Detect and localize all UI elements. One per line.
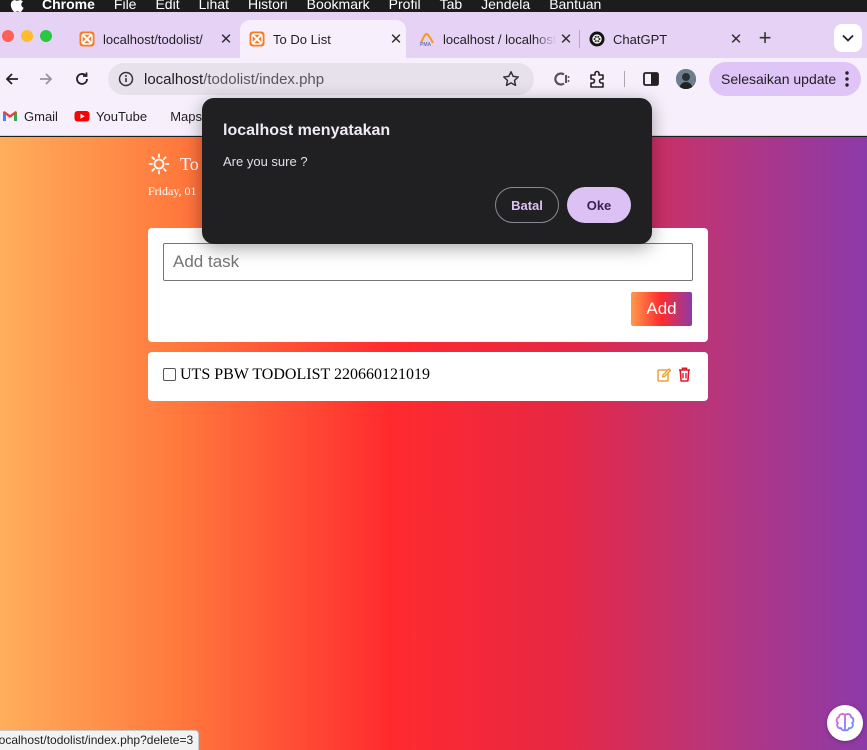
sun-icon [148,153,170,175]
xampp-icon [249,31,265,47]
edit-icon[interactable] [657,368,671,382]
macos-menubar: Chrome File Edit Lihat Histori Bookmark … [0,0,867,12]
side-panel-icon[interactable] [641,69,661,89]
add-task-button[interactable]: Add [631,292,692,326]
xampp-icon [79,31,95,47]
menu-profile[interactable]: Profil [389,0,421,12]
tab-title: localhost / localhost [443,31,556,47]
add-task-input[interactable] [163,243,693,281]
close-tab-icon[interactable]: ✕ [556,30,576,48]
site-info-icon[interactable] [118,71,134,87]
menu-tab[interactable]: Tab [440,0,463,12]
new-tab-button[interactable]: + [754,27,776,50]
cancel-button[interactable]: Batal [495,187,559,223]
menu-view[interactable]: Lihat [199,0,229,12]
close-tab-icon[interactable]: ✕ [726,30,746,48]
bookmark-youtube[interactable]: YouTube [74,108,147,124]
extension-c-icon[interactable] [551,69,571,89]
confirm-dialog: localhost menyatakan Are you sure ? Bata… [202,98,652,244]
tab-strip: localhost/todolist/ ✕ To Do List ✕ PMA l… [0,12,867,58]
extensions-puzzle-icon[interactable] [588,69,608,89]
back-button[interactable] [0,67,24,91]
url-host: localhost [144,70,204,88]
close-window-button[interactable] [2,30,14,42]
address-bar[interactable]: localhost/todolist/index.php [108,63,534,95]
app-date: Friday, 01 [148,184,197,198]
phpmyadmin-icon: PMA [420,32,434,47]
brain-icon [835,713,855,732]
bookmark-label: Maps [170,108,202,124]
url-text: localhost/todolist/index.php [144,71,502,88]
tab-to-do-list[interactable]: To Do List ✕ [240,20,406,58]
tab-phpmyadmin[interactable]: PMA localhost / localhost ✕ [410,20,576,58]
menu-dots-icon [845,71,849,87]
task-item: UTS PBW TODOLIST 220660121019 [148,352,708,401]
gmail-icon [3,111,17,121]
chevron-down-icon [842,34,854,42]
bookmark-gmail[interactable]: Gmail [2,108,58,124]
menu-help[interactable]: Bantuan [549,0,601,12]
tab-title: ChatGPT [613,31,668,47]
trash-icon[interactable] [678,367,691,382]
browser-toolbar: localhost/todolist/index.php Selesaikan … [0,58,867,100]
url-path: /todolist/index.php [203,70,325,88]
menu-bookmark[interactable]: Bookmark [307,0,370,12]
task-text: UTS PBW TODOLIST 220660121019 [180,366,430,383]
status-bar: localhost/todolist/index.php?delete=3 [0,730,200,750]
menu-edit[interactable]: Edit [155,0,179,12]
close-tab-icon[interactable]: ✕ [216,30,236,48]
update-button[interactable]: Selesaikan update [709,62,861,96]
apple-icon[interactable] [10,0,24,12]
add-task-card: Add [148,228,708,342]
forward-button[interactable] [34,67,58,91]
update-label: Selesaikan update [721,71,837,87]
avatar-icon [676,69,696,89]
tab-search-button[interactable] [834,24,862,52]
svg-text:PMA: PMA [420,42,432,47]
dialog-message: Are you sure ? [223,154,308,169]
bookmark-label: Gmail [24,108,58,124]
tab-title: To Do List [273,31,331,47]
close-tab-icon[interactable]: ✕ [386,30,406,48]
status-url: localhost/todolist/index.php?delete=3 [0,733,194,747]
arrow-left-icon [5,73,18,85]
tab-chatgpt[interactable]: ChatGPT ✕ [580,20,746,58]
bookmark-label: YouTube [96,108,148,124]
tab-localhost-todolist[interactable]: localhost/todolist/ ✕ [70,20,236,58]
reload-button[interactable] [70,67,94,91]
menu-app-name[interactable]: Chrome [42,0,95,12]
chatgpt-icon [589,31,605,47]
zoom-window-button[interactable] [40,30,52,42]
menu-file[interactable]: File [114,0,137,12]
menu-window[interactable]: Jendela [481,0,530,12]
reload-icon [76,72,88,85]
ok-button[interactable]: Oke [567,187,631,223]
menu-history[interactable]: Histori [248,0,288,12]
youtube-icon [74,111,90,122]
toolbar-separator [624,71,625,87]
minimize-window-button[interactable] [21,30,33,42]
dialog-title: localhost menyatakan [223,122,391,139]
bookmark-maps[interactable]: Maps [164,108,202,124]
tab-title: localhost/todolist/ [103,31,203,47]
arrow-right-icon [40,73,53,85]
assistant-bubble-button[interactable] [827,705,863,741]
profile-avatar[interactable] [676,69,696,89]
bookmark-star-icon[interactable] [502,70,520,88]
task-checkbox[interactable] [163,368,176,381]
